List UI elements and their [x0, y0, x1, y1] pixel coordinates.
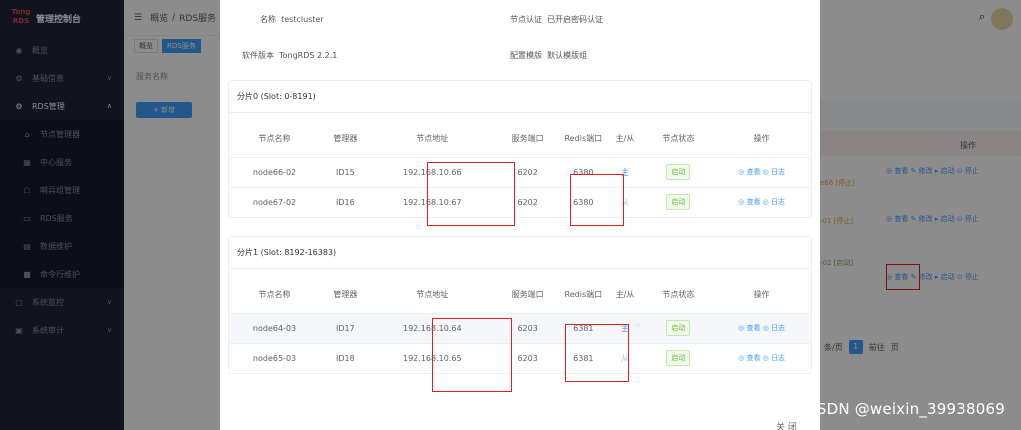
cluster-name: testcluster: [281, 15, 324, 24]
close-button[interactable]: 关 闭: [776, 420, 797, 430]
col-ops: 操作: [753, 290, 770, 300]
col-service-port: 服务端口: [511, 134, 544, 144]
table-row: node67-02 ID16 192.168.10.67 6202 6380 从…: [229, 186, 811, 217]
table-row: node66-02 ID15 192.168.10.66 6202 6380 主…: [229, 156, 811, 187]
shard-panel-1: 分片1 (Slot: 8192-16383) 节点名称 管理器 节点地址 服务端…: [228, 236, 812, 374]
template-info: 配置模版 默认模版组: [510, 51, 588, 60]
col-status: 节点状态: [662, 134, 695, 144]
col-node-name: 节点名称: [258, 290, 291, 300]
shard-panel-0: 分片0 (Slot: 0-8191) 节点名称 管理器 节点地址 服务端口 Re…: [228, 80, 812, 218]
version-info: 软件版本 TongRDS 2.2.1: [242, 51, 338, 60]
col-node-name: 节点名称: [258, 134, 291, 144]
col-status: 节点状态: [662, 290, 695, 300]
col-manager: 管理器: [333, 290, 358, 300]
row-actions[interactable]: ◎ 查看 ◎ 日志: [712, 186, 811, 217]
node-detail-modal: 名称 testcluster 节点认证 已开启密码认证 软件版本 TongRDS…: [220, 0, 820, 430]
col-role: 主/从: [615, 134, 635, 144]
template-value: 默认模版组: [547, 51, 588, 60]
name-info: 名称 testcluster: [260, 15, 324, 24]
status-badge: 启动: [666, 350, 691, 367]
row-actions[interactable]: ◎ 查看 ◎ 日志: [712, 156, 811, 187]
watermark: CSDN @weixin_39938069: [806, 400, 1005, 418]
redis-port-highlight-1: [565, 324, 629, 382]
col-redis-port: Redis端口: [564, 290, 603, 300]
row-actions[interactable]: ◎ 查看 ◎ 日志: [712, 342, 811, 373]
shard-table-1: 节点名称 管理器 节点地址 服务端口 Redis端口 主/从 节点状态 操作 n…: [229, 277, 811, 373]
col-manager: 管理器: [333, 134, 358, 144]
status-badge: 启动: [666, 320, 691, 336]
col-ops: 操作: [753, 134, 770, 144]
address-highlight-1: [432, 318, 512, 392]
col-address: 节点地址: [416, 134, 449, 144]
shard-title-0: 分片0 (Slot: 0-8191): [229, 81, 811, 113]
table-row: node65-03 ID18 192.168.10.65 6203 6381 从…: [229, 342, 811, 373]
redis-port-highlight-0: [570, 174, 624, 226]
version-value: TongRDS 2.2.1: [279, 51, 338, 60]
auth-info: 节点认证 已开启密码认证: [510, 15, 604, 24]
col-role: 主/从: [615, 290, 635, 300]
address-highlight-0: [427, 162, 515, 226]
shard-table-0: 节点名称 管理器 节点地址 服务端口 Redis端口 主/从 节点状态 操作 n…: [229, 121, 811, 217]
col-service-port: 服务端口: [511, 290, 544, 300]
status-badge: 启动: [666, 164, 691, 180]
auth-value: 已开启密码认证: [547, 15, 604, 24]
row-actions[interactable]: ◎ 查看 ◎ 日志: [712, 312, 811, 343]
table-row: node64-03 ID17 192.168.10.64 6203 6381 主…: [229, 312, 811, 343]
col-address: 节点地址: [416, 290, 449, 300]
shard-title-1: 分片1 (Slot: 8192-16383): [229, 237, 811, 269]
status-badge: 启动: [666, 194, 691, 211]
col-redis-port: Redis端口: [564, 134, 603, 144]
